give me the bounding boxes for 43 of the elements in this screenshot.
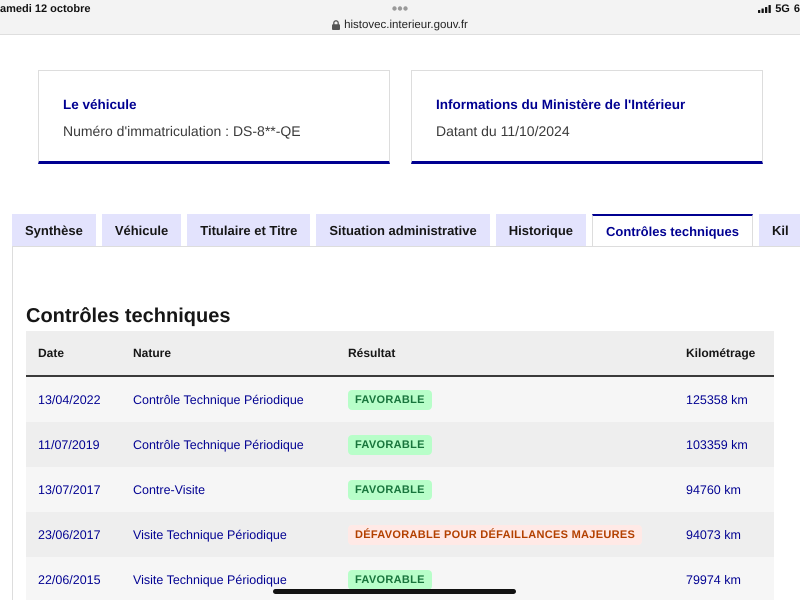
tab[interactable]: Synthèse [12, 214, 96, 246]
tab[interactable]: Historique [496, 214, 586, 246]
more-icon[interactable] [392, 6, 408, 11]
lock-icon [332, 20, 340, 30]
nature-cell-text: Contrôle Technique Périodique [132, 436, 305, 454]
column-header: Résultat [347, 345, 396, 362]
nature-cell-text: Visite Technique Périodique [132, 572, 288, 589]
card-text: Numéro d'immatriculation : DS-8**-QE [63, 122, 302, 140]
result-badge: FAVORABLE [348, 434, 432, 454]
card-title: Le véhicule [63, 96, 138, 114]
card-text: Datant du 11/10/2024 [436, 122, 571, 140]
tab[interactable]: Titulaire et Titre [187, 214, 310, 246]
tab[interactable]: Kil [758, 214, 800, 246]
tab[interactable]: Contrôles techniques [592, 214, 753, 246]
date-cell-text: 13/07/2017 [37, 482, 102, 498]
result-badge: FAVORABLE [348, 570, 432, 590]
column-header: Kilométrage [685, 345, 756, 362]
card-title: Informations du Ministère de l'Intérieur [436, 96, 686, 114]
nature-cell-text: Contre-Visite [132, 482, 206, 498]
date-cell-text: 22/06/2015 [37, 572, 102, 588]
signal-icon [758, 4, 772, 12]
result-badge: FAVORABLE [348, 390, 432, 410]
mileage-cell-text: 79974 km [685, 572, 742, 588]
tab[interactable]: Véhicule [102, 214, 182, 246]
date-cell-text: 11/07/2019 [37, 436, 101, 454]
mileage-cell-text: 94760 km [685, 482, 742, 498]
result-badge: FAVORABLE [348, 480, 432, 500]
mileage-cell-text: 125358 km [685, 392, 749, 408]
mileage-cell-text: 94073 km [685, 526, 742, 544]
battery-level-text: 6 [794, 2, 800, 14]
section-title: Contrôles techniques [26, 304, 232, 329]
network-label: 5G [775, 2, 790, 14]
column-header: Date [37, 345, 66, 362]
date-cell-text: 23/06/2017 [37, 526, 102, 544]
status-date: amedi 12 octobre [0, 2, 90, 14]
column-header: Nature [132, 345, 172, 362]
address-bar-url[interactable]: histovec.interieur.gouv.fr [344, 19, 468, 31]
result-badge: DÉFAVORABLE POUR DÉFAILLANCES MAJEURES [348, 524, 642, 544]
tab[interactable]: Situation administrative [316, 214, 490, 246]
nature-cell-text: Visite Technique Périodique [132, 526, 288, 544]
date-cell-text: 13/04/2022 [37, 392, 102, 408]
mileage-cell-text: 103359 km [685, 436, 749, 454]
nature-cell-text: Contrôle Technique Périodique [132, 392, 305, 409]
